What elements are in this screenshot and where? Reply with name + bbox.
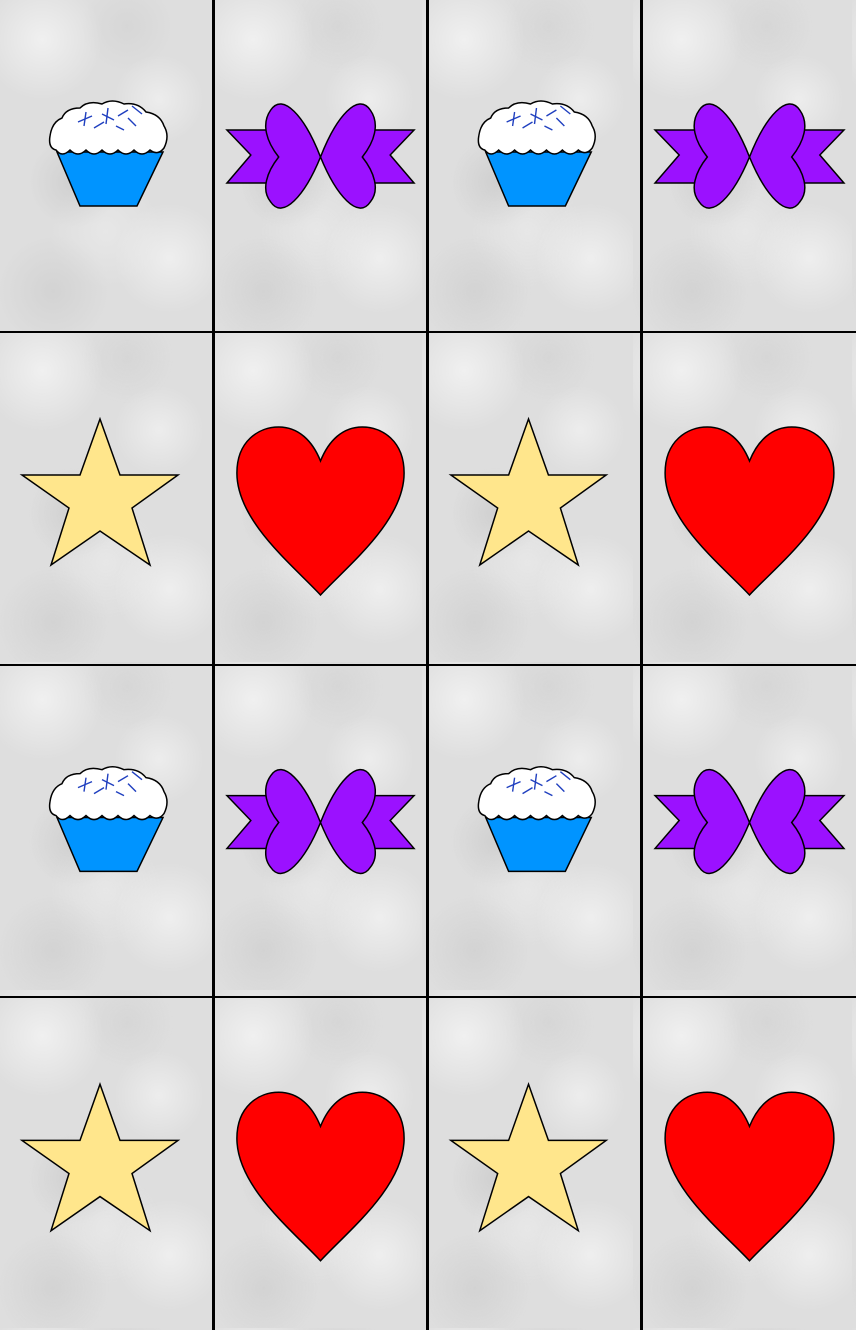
star-icon <box>19 1082 181 1233</box>
memory-card[interactable] <box>429 0 640 331</box>
heart-icon <box>236 426 405 597</box>
cupcake-icon <box>48 100 168 207</box>
memory-card[interactable] <box>643 998 856 1330</box>
memory-card[interactable] <box>0 0 212 331</box>
memory-card[interactable] <box>429 333 640 664</box>
bow-icon <box>225 103 416 209</box>
memory-game-board <box>0 0 856 1330</box>
cupcake-icon <box>48 765 168 873</box>
heart-icon <box>236 1091 405 1262</box>
memory-card[interactable] <box>429 666 640 996</box>
heart-icon <box>664 426 835 597</box>
memory-card[interactable] <box>429 998 640 1330</box>
memory-card[interactable] <box>0 998 212 1330</box>
memory-card[interactable] <box>215 998 426 1330</box>
memory-card[interactable] <box>643 0 856 331</box>
star-icon <box>19 416 181 567</box>
memory-card[interactable] <box>215 0 426 331</box>
memory-card[interactable] <box>643 666 856 996</box>
cupcake-icon <box>477 100 596 207</box>
memory-card[interactable] <box>643 333 856 664</box>
heart-icon <box>664 1091 835 1262</box>
star-icon <box>448 416 609 567</box>
memory-card[interactable] <box>0 666 212 996</box>
cupcake-icon <box>477 765 596 873</box>
memory-card[interactable] <box>215 333 426 664</box>
bow-icon <box>653 768 846 875</box>
star-icon <box>448 1082 609 1233</box>
memory-card[interactable] <box>215 666 426 996</box>
bow-icon <box>653 103 846 209</box>
memory-card[interactable] <box>0 333 212 664</box>
bow-icon <box>225 768 416 875</box>
